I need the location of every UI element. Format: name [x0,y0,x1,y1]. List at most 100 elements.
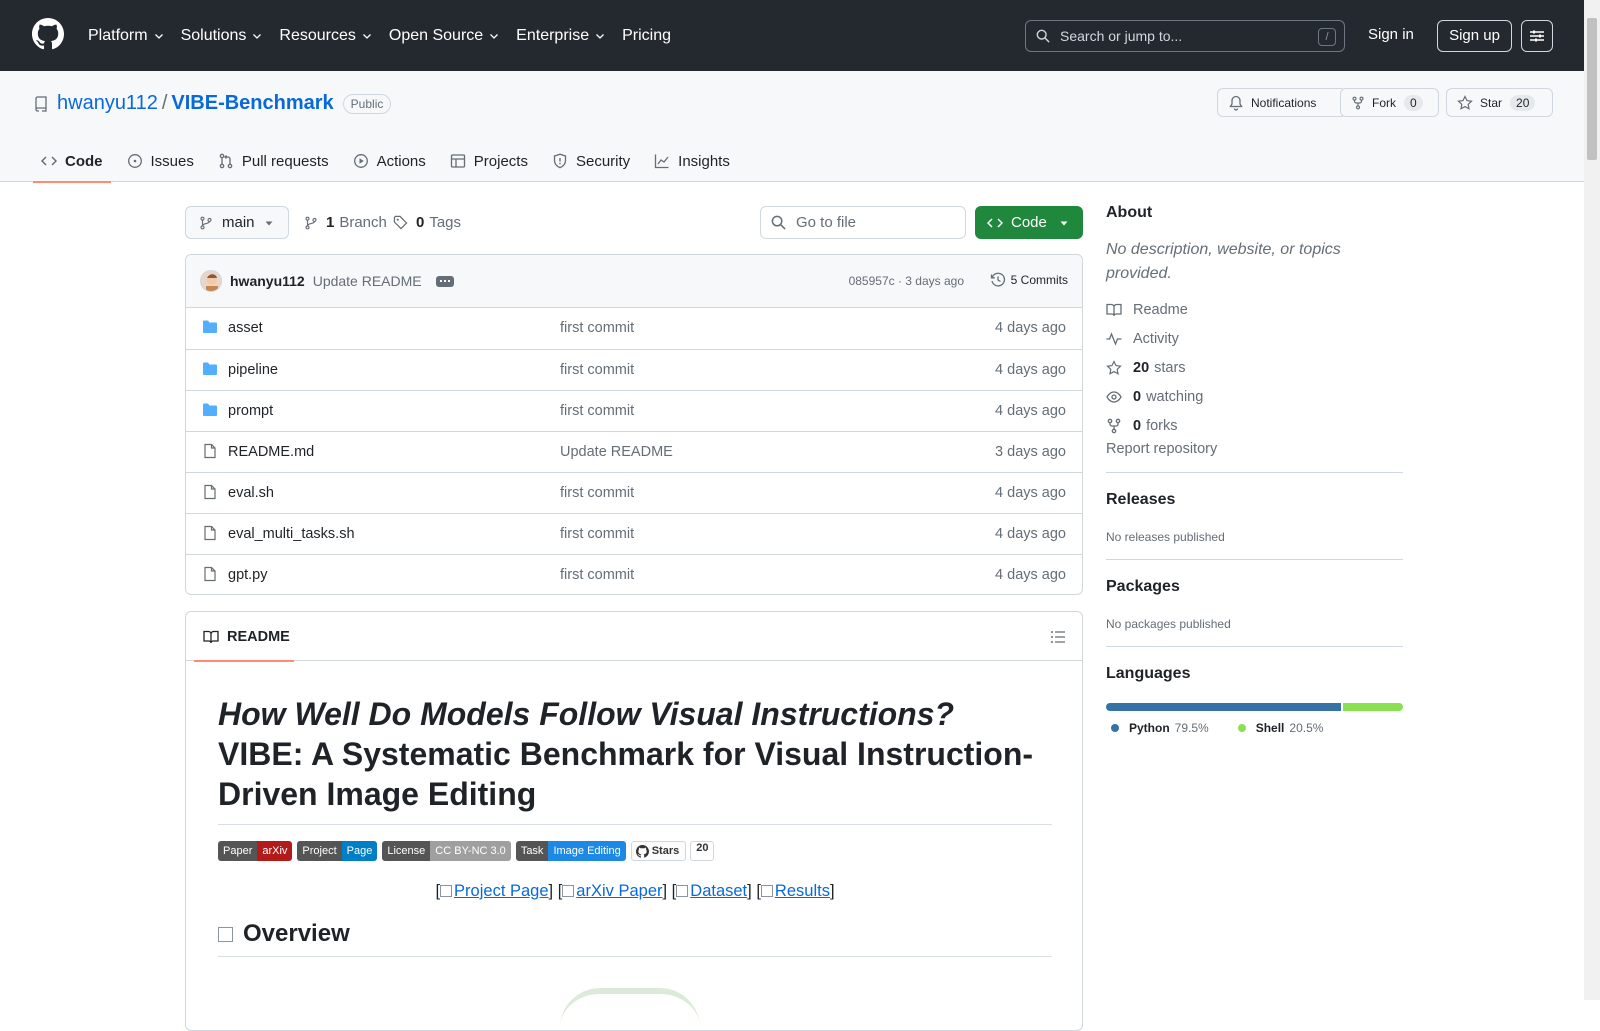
menu-button[interactable] [1521,20,1553,52]
global-search-input[interactable]: Search or jump to... / [1025,20,1345,52]
language-percent: 20.5% [1289,721,1324,735]
nav-solutions[interactable]: Solutions [181,27,264,45]
stars-link[interactable]: 20 stars [1106,353,1403,382]
releases-heading[interactable]: Releases [1106,491,1403,509]
file-commit-message-link[interactable]: Update README [560,444,673,460]
about-links: Readme Activity 20 stars 0 watching 0 fo… [1106,295,1403,458]
sign-in-link[interactable]: Sign in [1368,26,1414,43]
file-name-link[interactable]: asset [228,320,263,336]
activity-link[interactable]: Activity [1106,324,1403,353]
file-commit-message-link[interactable]: first commit [560,526,634,542]
github-stars-badge[interactable]: Stars [630,841,687,861]
file-commit-date: 4 days ago [995,403,1066,419]
file-name-link[interactable]: eval_multi_tasks.sh [228,526,355,542]
file-commit-message-link[interactable]: first commit [560,485,634,501]
shield-badge[interactable]: Project Page [297,841,378,861]
file-commit-message-link[interactable]: first commit [560,320,634,336]
file-commit-message-link[interactable]: first commit [560,362,634,378]
language-item[interactable]: Shell 20.5% [1237,721,1324,735]
tab-actions[interactable]: Actions [345,140,434,182]
arxiv-paper-link[interactable]: arXiv Paper [576,882,662,900]
stars-badge-count[interactable]: 20 [690,841,715,861]
tags-link[interactable]: 0 Tags [393,206,461,239]
nav-platform[interactable]: Platform [88,27,165,45]
commits-history-link[interactable]: 5 Commits [990,272,1068,288]
badge-left: Task [515,841,549,861]
file-row[interactable]: asset first commit 4 days ago [186,308,1082,349]
tab-security[interactable]: Security [544,140,638,182]
go-to-file-input[interactable]: Go to file [760,206,966,239]
visibility-badge: Public [342,93,392,114]
file-row[interactable]: eval.sh first commit 4 days ago [186,472,1082,513]
watching-count: 0 [1133,388,1142,405]
code-button-label: Code [1011,214,1047,231]
tab-code[interactable]: Code [33,140,111,183]
project-page-link[interactable]: Project Page [454,882,548,900]
nav-label: Open Source [388,26,484,44]
branch-select-button[interactable]: main [185,206,289,239]
file-name-link[interactable]: pipeline [228,362,278,378]
search-shortcut-key: / [1318,28,1336,46]
report-repository-link[interactable]: Report repository [1106,441,1403,457]
watching-link[interactable]: 0 watching [1106,382,1403,411]
packages-heading[interactable]: Packages [1106,578,1403,596]
tab-pull-requests[interactable]: Pull requests [210,140,337,182]
star-button[interactable]: Star 20 [1446,88,1553,117]
shield-badge[interactable]: License CC BY-NC 3.0 [382,841,511,861]
list-icon[interactable] [1050,629,1066,645]
nav-open-source[interactable]: Open Source [389,27,500,45]
file-name-link[interactable]: README.md [228,444,314,460]
pull-request-icon [219,153,233,169]
global-header: Platform Solutions Resources Open Source… [0,0,1584,71]
sign-up-button[interactable]: Sign up [1437,20,1512,52]
file-row[interactable]: README.md Update README 3 days ago [186,431,1082,472]
file-commit-message-link[interactable]: first commit [560,403,634,419]
repo-owner-link[interactable]: hwanyu112 [57,92,158,115]
bell-icon [1229,95,1243,111]
tab-projects[interactable]: Projects [442,140,536,182]
readme-tab-label: README [227,628,290,645]
tab-insights[interactable]: Insights [646,140,738,182]
file-name-link[interactable]: gpt.py [228,567,268,583]
star-label: Star [1480,95,1503,110]
avatar[interactable] [200,270,222,292]
overview-heading: Overview [218,920,1052,957]
dataset-link[interactable]: Dataset [690,882,747,900]
file-row[interactable]: gpt.py first commit 4 days ago [186,554,1082,594]
badge-list: Paper arXiv Project Page License CC BY-NC 3.0… [218,841,631,861]
scrollbar-thumb[interactable] [1587,18,1597,160]
github-logo-icon[interactable] [32,18,64,50]
shield-badge[interactable]: Paper arXiv [218,841,293,861]
file-row[interactable]: pipeline first commit 4 days ago [186,349,1082,390]
languages-heading: Languages [1106,665,1191,682]
nav-enterprise[interactable]: Enterprise [516,27,606,45]
language-item[interactable]: Python 79.5% [1111,721,1209,735]
nav-resources[interactable]: Resources [279,27,372,45]
commit-details-button[interactable] [435,275,454,287]
page-scrollbar[interactable] [1584,0,1600,1000]
tab-issues[interactable]: Issues [119,140,202,182]
badge-right: CC BY-NC 3.0 [430,841,511,861]
readme-link[interactable]: Readme [1106,295,1403,324]
forks-link[interactable]: 0 forks [1106,411,1403,440]
chevron-down-icon [490,33,499,39]
repo-name-link[interactable]: VIBE-Benchmark [171,92,333,115]
shield-badge[interactable]: Task Image Editing [515,841,626,861]
language-bar-segment [1342,703,1403,711]
nav-pricing[interactable]: Pricing [622,27,671,45]
global-nav: Platform Solutions Resources Open Source… [88,0,687,71]
file-row[interactable]: prompt first commit 4 days ago [186,390,1082,431]
results-link[interactable]: Results [775,882,830,900]
readme-tab[interactable]: README [194,612,294,662]
commit-author-link[interactable]: hwanyu112 [230,273,305,289]
file-row[interactable]: eval_multi_tasks.sh first commit 4 days ag… [186,513,1082,554]
commit-hash-time[interactable]: 085957c · 3 days ago [849,274,964,288]
notifications-button[interactable]: Notifications [1217,88,1347,117]
fork-button[interactable]: Fork 0 [1340,88,1439,117]
file-name-link[interactable]: eval.sh [228,485,274,501]
branches-link[interactable]: 1 Branch [304,206,387,239]
file-name-link[interactable]: prompt [228,403,273,419]
code-dropdown-button[interactable]: Code [975,206,1083,239]
commit-message-link[interactable]: Update README [313,273,422,289]
file-commit-message-link[interactable]: first commit [560,567,634,583]
